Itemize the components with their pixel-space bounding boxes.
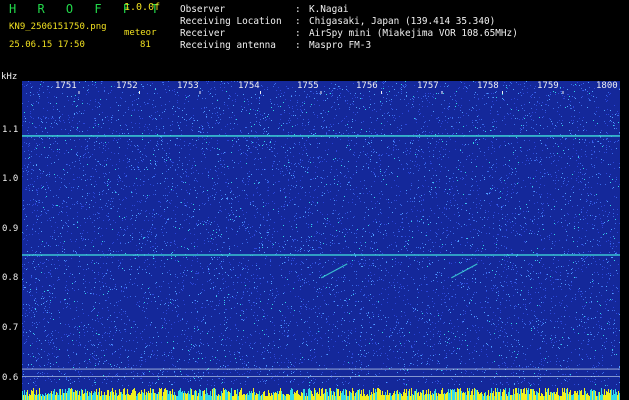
x-tick-label: 1758 — [476, 81, 500, 91]
file-name: KN9_2506151750.png — [9, 22, 107, 32]
app-version: 1.0.0f — [124, 2, 161, 13]
info-value: Chigasaki, Japan (139.414 35.340) — [309, 16, 496, 27]
info-key: Receiving Location — [180, 16, 282, 27]
x-tick-label: 1759 — [536, 81, 560, 91]
x-tick-label: 1800 — [595, 81, 619, 91]
x-tick-label: 1752 — [115, 81, 139, 91]
info-key: Receiving antenna — [180, 40, 276, 51]
info-row-location: Receiving Location: Chigasaki, Japan (139… — [180, 16, 496, 27]
x-tick-label: 1753 — [176, 81, 200, 91]
x-tick-label: 1751 — [54, 81, 78, 91]
meteor-count: 81 — [140, 40, 151, 50]
info-value: Maspro FM-3 — [309, 40, 372, 51]
meteor-label: meteor — [124, 28, 157, 38]
spectrogram-canvas — [22, 81, 620, 400]
info-row-antenna: Receiving antenna: Maspro FM-3 — [180, 40, 372, 51]
x-tick-label: 1756 — [355, 81, 379, 91]
y-tick-label: 0.6 — [2, 373, 19, 383]
hrofft-window: H R O F F T 1.0.0f KN9_2506151750.png 25… — [0, 0, 629, 400]
y-tick-label: 0.8 — [2, 273, 19, 283]
y-tick-label: 0.7 — [2, 323, 19, 333]
x-tick-label: 1754 — [237, 81, 261, 91]
x-tick-label: 1757 — [416, 81, 440, 91]
y-axis-unit: kHz — [1, 72, 18, 82]
spectrogram-plot — [22, 81, 620, 400]
info-key: Observer — [180, 4, 226, 15]
info-row-receiver: Receiver: AirSpy mini (Miakejima VOR 108.… — [180, 28, 518, 39]
info-value: K.Nagai — [309, 4, 349, 15]
info-row-observer: Observer: K.Nagai — [180, 4, 349, 15]
y-tick-label: 1.1 — [2, 125, 19, 135]
y-tick-label: 0.9 — [2, 224, 19, 234]
spectrogram-background — [22, 81, 620, 400]
info-key: Receiver — [180, 28, 226, 39]
x-tick-label: 1755 — [296, 81, 320, 91]
capture-datetime: 25.06.15 17:50 — [9, 40, 85, 50]
y-tick-label: 1.0 — [2, 174, 19, 184]
station-info: Observer: K.Nagai Receiving Location: Chig… — [180, 4, 518, 52]
info-value: AirSpy mini (Miakejima VOR 108.65MHz) — [309, 28, 518, 39]
